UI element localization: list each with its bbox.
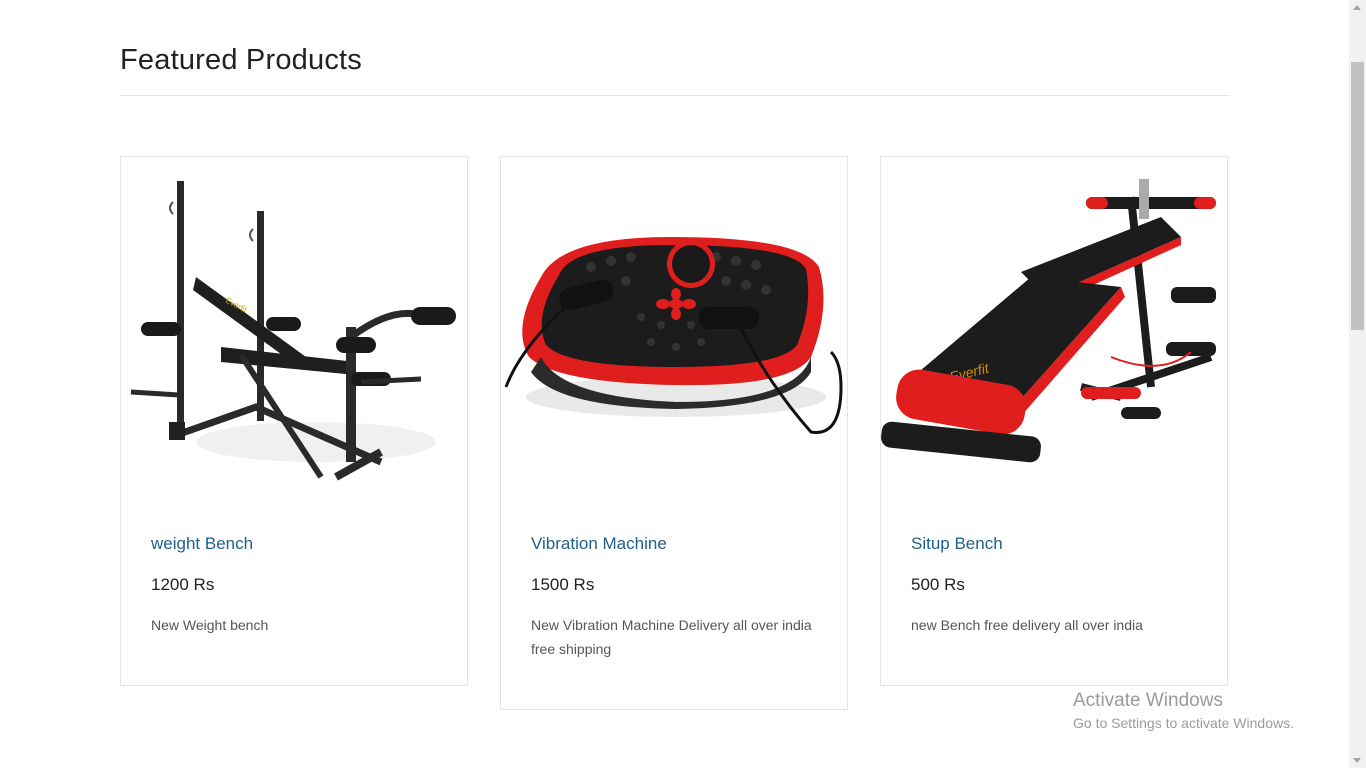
product-name-link[interactable]: Situp Bench [911, 534, 1003, 554]
product-price: 1200 Rs [151, 575, 215, 594]
scroll-down-arrow-icon[interactable] [1353, 758, 1361, 763]
situp-bench-image: Everfit [881, 179, 1216, 463]
vertical-scrollbar[interactable] [1349, 0, 1366, 768]
vibration-machine-image [504, 237, 843, 434]
watermark-title: Activate Windows [1073, 690, 1223, 711]
product-description: New Weight bench [151, 617, 269, 633]
page: Featured Products Everfit weight Bench 1… [0, 0, 1349, 768]
product-card-situp-bench[interactable]: Everfit Situp Bench 500 Rs new Bench fre… [880, 156, 1228, 686]
product-name-link[interactable]: Vibration Machine [531, 534, 667, 554]
product-description: New Vibration Machine Delivery all over … [531, 617, 812, 657]
product-card-vibration-machine[interactable]: Vibration Machine 1500 Rs New Vibration … [500, 156, 848, 710]
product-name-link[interactable]: weight Bench [151, 534, 253, 554]
watermark-subtitle: Go to Settings to activate Windows. [1073, 715, 1294, 731]
scrollbar-thumb[interactable] [1351, 62, 1364, 330]
product-image-vibration-machine[interactable] [501, 157, 847, 497]
activate-windows-watermark: Activate Windows Go to Settings to activ… [1073, 690, 1294, 731]
product-image-situp-bench[interactable]: Everfit [881, 157, 1227, 497]
product-card-weight-bench[interactable]: Everfit weight Bench 1200 Rs New Weight … [120, 156, 468, 686]
title-divider [120, 95, 1230, 96]
section-title: Featured Products [120, 44, 362, 76]
weight-bench-image: Everfit [130, 181, 456, 481]
product-price: 500 Rs [911, 575, 965, 594]
product-description: new Bench free delivery all over india [911, 617, 1143, 633]
product-image-weight-bench[interactable]: Everfit [121, 157, 467, 497]
product-price: 1500 Rs [531, 575, 595, 594]
scroll-up-arrow-icon[interactable] [1353, 5, 1361, 10]
